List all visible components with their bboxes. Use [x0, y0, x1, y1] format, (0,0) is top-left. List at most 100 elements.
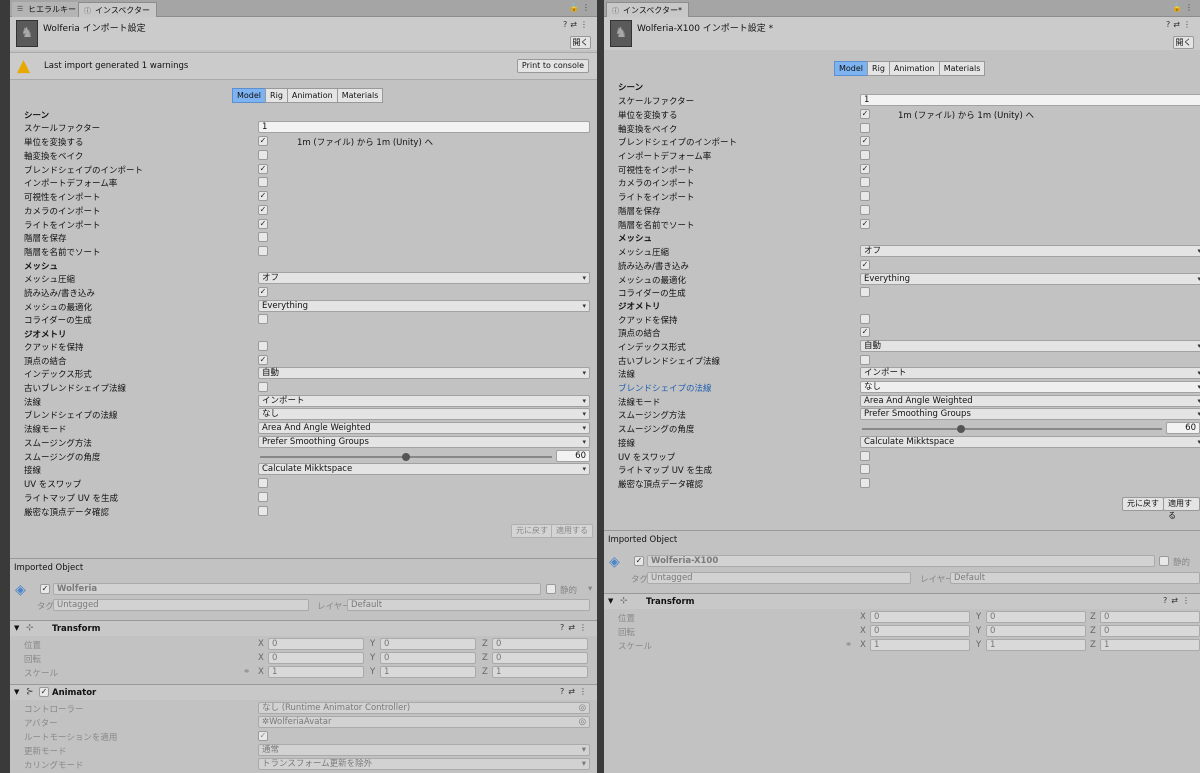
rw-checkbox[interactable]: ✓: [860, 260, 870, 270]
static-dropdown-icon[interactable]: ▾: [588, 584, 592, 594]
apply-button[interactable]: 適用する: [1163, 497, 1200, 520]
object-name-field[interactable]: Wolferia: [53, 583, 541, 595]
strict-checkbox[interactable]: [860, 478, 870, 488]
rw-checkbox[interactable]: ✓: [258, 287, 268, 297]
more-icon[interactable]: ⋮: [579, 623, 591, 632]
fold-arrow-icon[interactable]: ▼: [608, 597, 613, 605]
more-icon[interactable]: ⋮: [1183, 20, 1194, 29]
layer-dropdown[interactable]: Default: [347, 599, 590, 611]
preset-icon[interactable]: ⇄: [1171, 596, 1182, 605]
controller-field[interactable]: なし (Runtime Animator Controller) ◎: [258, 702, 590, 714]
compression-dropdown[interactable]: オフ ▾: [860, 245, 1200, 257]
apply-button[interactable]: 適用する: [551, 524, 593, 538]
tab-materials[interactable]: Materials: [938, 61, 986, 76]
bs-normals-dropdown[interactable]: なし ▾: [258, 408, 590, 420]
revert-button[interactable]: 元に戻す: [511, 524, 553, 538]
quads-checkbox[interactable]: [860, 314, 870, 324]
slider-knob[interactable]: [402, 453, 410, 461]
tag-dropdown[interactable]: Untagged: [53, 599, 309, 611]
smoothing-angle-slider[interactable]: [862, 425, 1162, 433]
more-icon[interactable]: ⋮: [580, 20, 591, 29]
legacy-checkbox[interactable]: [258, 382, 268, 392]
tab-model[interactable]: Model: [834, 61, 869, 76]
tab-materials[interactable]: Materials: [336, 88, 384, 103]
blendshapes-checkbox[interactable]: ✓: [258, 164, 268, 174]
convert-units-checkbox[interactable]: ✓: [860, 109, 870, 119]
smoothing-src-dropdown[interactable]: Prefer Smoothing Groups ▾: [258, 436, 590, 448]
visibility-checkbox[interactable]: ✓: [258, 191, 268, 201]
tab-menu-icons[interactable]: 🔒⋮: [569, 3, 593, 12]
tab-inspector[interactable]: ⓘ インスペクター*: [606, 2, 689, 17]
colliders-checkbox[interactable]: [860, 287, 870, 297]
swap-uv-checkbox[interactable]: [258, 478, 268, 488]
hierarchy-checkbox[interactable]: [258, 232, 268, 242]
normals-dropdown[interactable]: インポート ▾: [860, 367, 1200, 379]
fold-arrow-icon[interactable]: ▼: [14, 688, 19, 696]
bs-normals-dropdown[interactable]: なし ▾: [860, 381, 1200, 393]
open-button[interactable]: 開く: [570, 36, 591, 49]
sort-checkbox[interactable]: ✓: [860, 219, 870, 229]
animator-enabled-checkbox[interactable]: ✓: [39, 687, 49, 697]
cameras-checkbox[interactable]: ✓: [258, 205, 268, 215]
tab-animation[interactable]: Animation: [888, 61, 940, 76]
link-icon[interactable]: ⚭: [243, 667, 250, 677]
open-button[interactable]: 開く: [1173, 36, 1194, 49]
cameras-checkbox[interactable]: [860, 177, 870, 187]
tab-model[interactable]: Model: [232, 88, 267, 103]
menu-icon[interactable]: ⋮: [582, 3, 593, 12]
optimize-dropdown[interactable]: Everything ▾: [258, 300, 590, 312]
lock-icon[interactable]: 🔒: [1172, 3, 1185, 12]
blendshapes-checkbox[interactable]: ✓: [860, 136, 870, 146]
normals-mode-dropdown[interactable]: Area And Angle Weighted ▾: [860, 395, 1200, 407]
compression-dropdown[interactable]: オフ ▾: [258, 272, 590, 284]
print-to-console-button[interactable]: Print to console: [516, 59, 589, 73]
smoothing-angle-slider[interactable]: [260, 453, 552, 461]
normals-dropdown[interactable]: インポート ▾: [258, 395, 590, 407]
lock-icon[interactable]: 🔒: [569, 3, 582, 12]
lightmap-uv-checkbox[interactable]: [258, 492, 268, 502]
legacy-checkbox[interactable]: [860, 355, 870, 365]
deform-pct-checkbox[interactable]: [860, 150, 870, 160]
transform-component-header[interactable]: ▼ ⊹ Transform ?⇄⋮: [604, 593, 1200, 609]
scale-factor-input[interactable]: 1: [258, 121, 590, 133]
deform-pct-checkbox[interactable]: [258, 177, 268, 187]
avatar-field[interactable]: ✲WolferiaAvatar ◎: [258, 716, 590, 728]
update-mode-dropdown[interactable]: 通常 ▾: [258, 744, 590, 756]
tab-inspector[interactable]: ⓘ インスペクター: [78, 2, 157, 17]
root-motion-checkbox[interactable]: ✓: [258, 731, 268, 741]
fold-arrow-icon[interactable]: ▼: [14, 624, 19, 632]
lights-checkbox[interactable]: ✓: [258, 219, 268, 229]
static-checkbox[interactable]: [1159, 556, 1169, 566]
object-name-field[interactable]: Wolferia-X100: [647, 555, 1155, 567]
layer-dropdown[interactable]: Default: [950, 572, 1200, 584]
convert-units-checkbox[interactable]: ✓: [258, 136, 268, 146]
active-checkbox[interactable]: ✓: [40, 584, 50, 594]
tab-animation[interactable]: Animation: [286, 88, 338, 103]
active-checkbox[interactable]: ✓: [634, 556, 644, 566]
target-icon[interactable]: ◎: [579, 717, 586, 727]
preset-icon[interactable]: ⇄: [1173, 20, 1183, 29]
culling-dropdown[interactable]: トランスフォーム更新を除外 ▾: [258, 758, 590, 770]
preset-icon[interactable]: ⇄: [568, 687, 579, 696]
more-icon[interactable]: ⋮: [579, 687, 591, 696]
preset-icon[interactable]: ⇄: [568, 623, 579, 632]
scale-factor-input[interactable]: 1: [860, 94, 1200, 106]
colliders-checkbox[interactable]: [258, 314, 268, 324]
optimize-dropdown[interactable]: Everything ▾: [860, 273, 1200, 285]
smoothing-angle-input[interactable]: 60: [1166, 422, 1200, 434]
swap-uv-checkbox[interactable]: [860, 451, 870, 461]
link-icon[interactable]: ⚭: [845, 640, 852, 650]
index-dropdown[interactable]: 自動 ▾: [860, 340, 1200, 352]
normals-mode-dropdown[interactable]: Area And Angle Weighted ▾: [258, 422, 590, 434]
tab-hierarchy[interactable]: ☰ ヒエラルキー: [12, 2, 82, 17]
weld-checkbox[interactable]: ✓: [258, 355, 268, 365]
index-dropdown[interactable]: 自動 ▾: [258, 367, 590, 379]
tab-menu-icons[interactable]: 🔒⋮: [1172, 3, 1196, 12]
more-icon[interactable]: ⋮: [1182, 596, 1194, 605]
animator-component-header[interactable]: ▼ ⊱ ✓ Animator ?⇄⋮: [10, 684, 597, 700]
quads-checkbox[interactable]: [258, 341, 268, 351]
tangents-dropdown[interactable]: Calculate Mikktspace ▾: [258, 463, 590, 475]
hierarchy-checkbox[interactable]: [860, 205, 870, 215]
tab-rig[interactable]: Rig: [265, 88, 288, 103]
slider-knob[interactable]: [957, 425, 965, 433]
